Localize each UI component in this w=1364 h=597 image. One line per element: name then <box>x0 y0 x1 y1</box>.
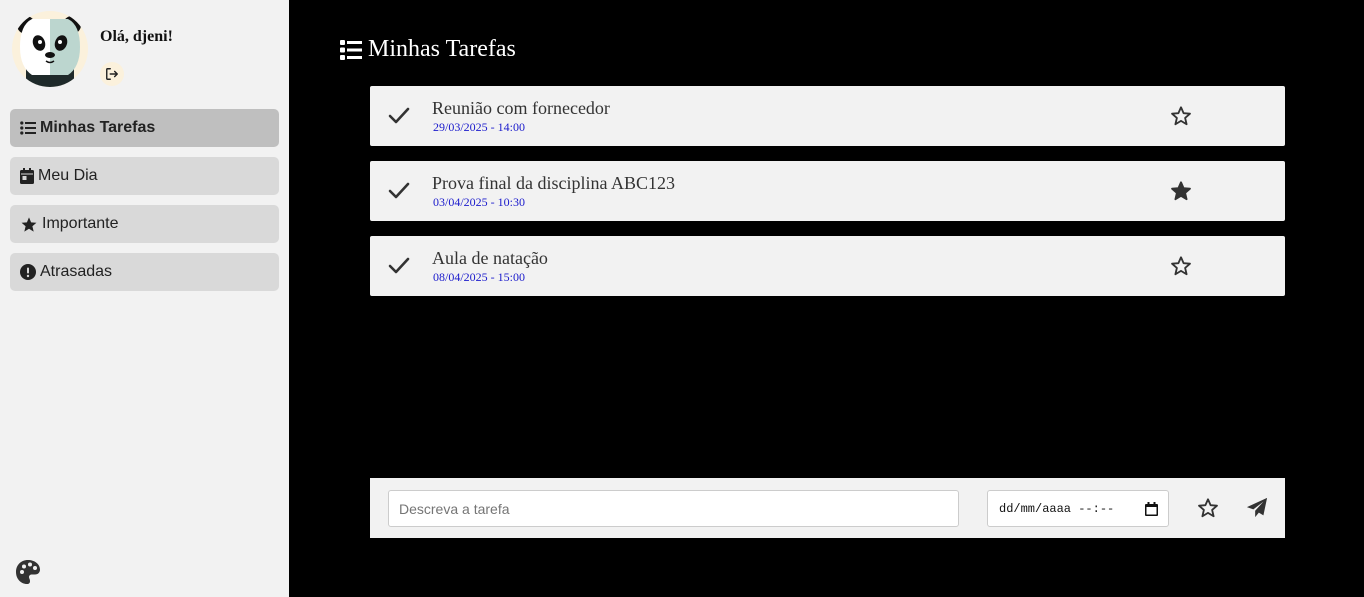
complete-task-button[interactable] <box>388 181 410 201</box>
sidebar: Olá, djeni! Minhas Tarefas Meu Dia Impor… <box>0 0 289 597</box>
task-description-input[interactable] <box>388 490 959 527</box>
check-icon <box>388 182 410 199</box>
sidebar-item-label: Minhas Tarefas <box>40 119 156 136</box>
task-date: 08/04/2025 - 15:00 <box>433 270 525 284</box>
task-date: 29/03/2025 - 14:00 <box>433 120 525 134</box>
check-icon <box>388 107 410 124</box>
page-title-text: Minhas Tarefas <box>368 36 516 62</box>
mark-important-button[interactable] <box>1170 105 1192 127</box>
sidebar-item-importante[interactable]: Importante <box>10 205 279 243</box>
list-icon <box>20 121 36 135</box>
sidebar-item-meu-dia[interactable]: Meu Dia <box>10 157 279 195</box>
star-filled-icon <box>1171 181 1191 201</box>
check-icon <box>388 257 410 274</box>
datetime-placeholder: dd/mm/aaaa --:-- <box>999 501 1115 516</box>
sidebar-item-label: Importante <box>42 215 119 232</box>
task-datetime-input[interactable]: dd/mm/aaaa --:-- <box>987 490 1169 527</box>
sidebar-item-atrasadas[interactable]: Atrasadas <box>10 253 279 291</box>
user-greeting: Olá, djeni! <box>100 28 173 45</box>
sidebar-item-minhas-tarefas[interactable]: Minhas Tarefas <box>10 109 279 147</box>
task-item: Prova final da disciplina ABC123 03/04/2… <box>370 161 1285 221</box>
logout-button[interactable] <box>100 62 124 86</box>
star-outline-icon <box>1198 498 1218 518</box>
task-title: Prova final da disciplina ABC123 <box>432 173 675 193</box>
calendar-icon <box>1145 501 1158 516</box>
logout-icon <box>106 68 118 80</box>
sidebar-item-label: Atrasadas <box>40 263 113 280</box>
task-title: Reunião com fornecedor <box>432 98 610 118</box>
paper-plane-icon <box>1246 497 1268 518</box>
page-title: Minhas Tarefas <box>340 36 516 63</box>
mark-important-button[interactable] <box>1170 180 1192 202</box>
complete-task-button[interactable] <box>388 256 410 276</box>
list-icon <box>340 39 362 60</box>
star-outline-icon <box>1171 256 1191 276</box>
calendar-icon <box>20 168 34 184</box>
star-icon <box>21 216 37 232</box>
mark-important-button[interactable] <box>1170 255 1192 277</box>
exclamation-circle-icon <box>20 264 36 280</box>
task-item: Reunião com fornecedor 29/03/2025 - 14:0… <box>370 86 1285 146</box>
palette-icon <box>16 560 40 584</box>
task-item: Aula de natação 08/04/2025 - 15:00 <box>370 236 1285 296</box>
avatar <box>12 11 88 87</box>
new-task-important-button[interactable] <box>1197 497 1219 519</box>
task-title: Aula de natação <box>432 248 548 268</box>
theme-palette-button[interactable] <box>15 559 41 585</box>
new-task-composer: dd/mm/aaaa --:-- <box>370 478 1285 538</box>
complete-task-button[interactable] <box>388 106 410 126</box>
sidebar-item-label: Meu Dia <box>38 167 98 184</box>
task-date: 03/04/2025 - 10:30 <box>433 195 525 209</box>
add-task-button[interactable] <box>1246 497 1268 519</box>
star-outline-icon <box>1171 106 1191 126</box>
